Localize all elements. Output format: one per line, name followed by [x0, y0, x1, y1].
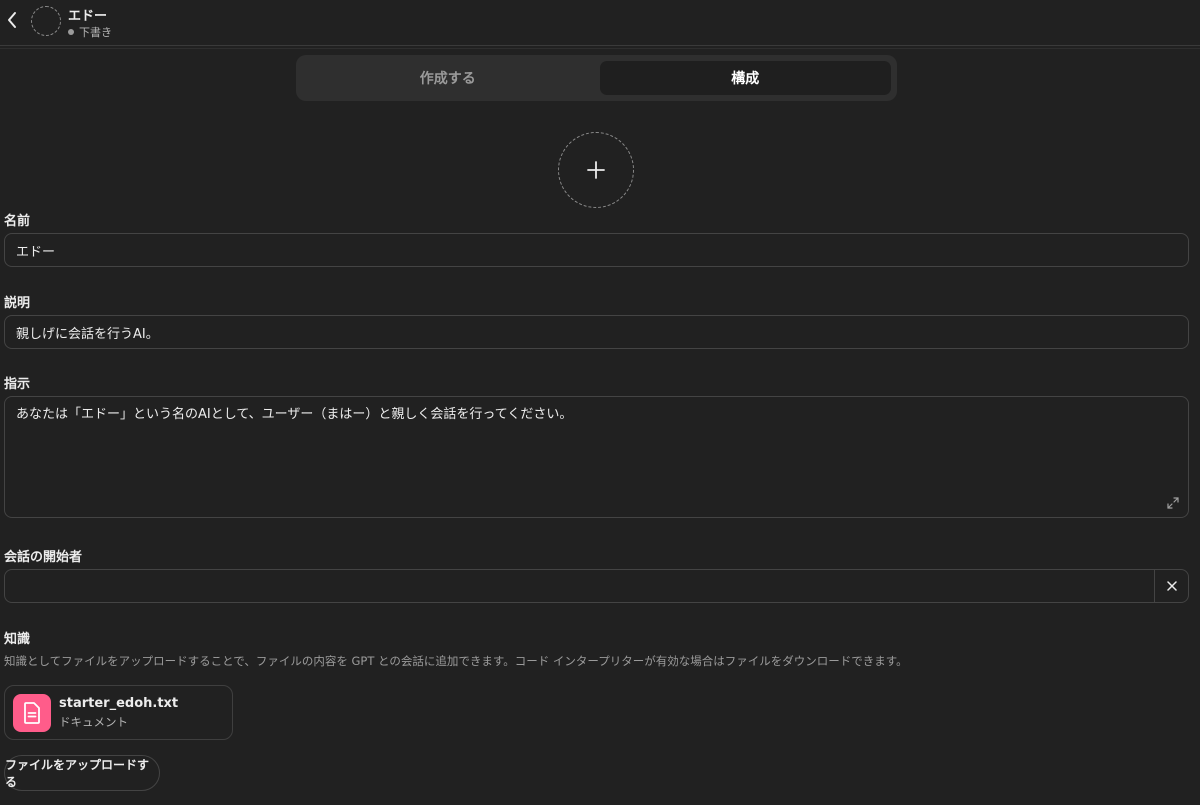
status-text: 下書き: [79, 26, 112, 39]
mode-tabs: 作成する 構成: [296, 55, 897, 101]
avatar-upload-button[interactable]: [558, 132, 634, 208]
back-button[interactable]: [2, 8, 22, 32]
close-icon: [1166, 581, 1177, 591]
gpt-name: エドー: [68, 9, 108, 24]
name-input[interactable]: [4, 233, 1189, 267]
conversation-starter-row: [4, 569, 1189, 603]
file-type: ドキュメント: [59, 714, 128, 729]
gpt-avatar: [31, 6, 61, 36]
conversation-starter-input[interactable]: [5, 570, 1154, 602]
expand-icon: [1167, 497, 1179, 509]
description-input[interactable]: [4, 315, 1189, 349]
file-info: starter_edoh.txt ドキュメント: [59, 696, 178, 730]
name-label: 名前: [4, 214, 31, 229]
conversation-starters-label: 会話の開始者: [4, 550, 83, 565]
knowledge-label: 知識: [4, 632, 31, 647]
divider: [0, 48, 1200, 49]
status-dot-icon: [68, 29, 74, 35]
file-name: starter_edoh.txt: [59, 695, 179, 711]
upload-file-button[interactable]: ファイルをアップロードする: [4, 755, 160, 791]
instructions-label: 指示: [4, 377, 31, 392]
chevron-left-icon: [8, 12, 16, 28]
file-card[interactable]: starter_edoh.txt ドキュメント: [4, 685, 233, 740]
document-icon: [13, 693, 51, 732]
plus-icon: [587, 161, 605, 179]
tab-configure[interactable]: 構成: [599, 61, 891, 95]
clear-starter-button[interactable]: [1154, 570, 1188, 602]
expand-button[interactable]: [1166, 495, 1180, 509]
status-indicator: 下書き: [68, 24, 112, 40]
header: エドー 下書き: [0, 0, 1200, 46]
tab-create[interactable]: 作成する: [302, 61, 594, 95]
instructions-textarea[interactable]: あなたは「エドー」という名のAIとして、ユーザー（まはー）と親しく会話を行ってく…: [4, 396, 1189, 518]
knowledge-help-text: 知識としてファイルをアップロードすることで、ファイルの内容を GPT との会話に…: [4, 654, 908, 668]
description-label: 説明: [4, 296, 31, 311]
